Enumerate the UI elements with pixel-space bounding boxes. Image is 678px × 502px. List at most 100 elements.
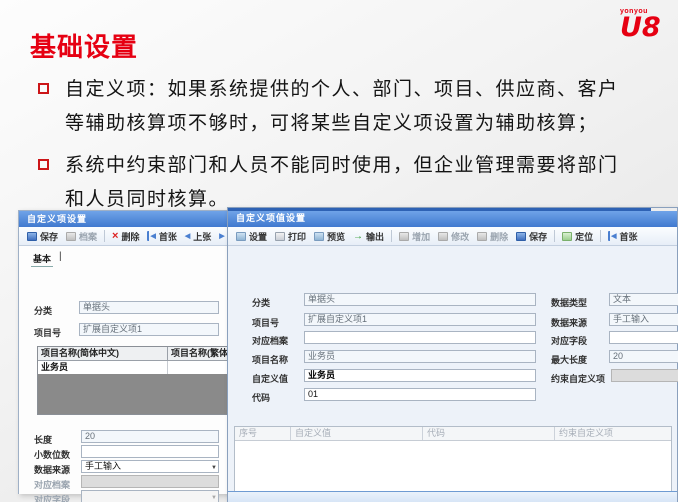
custom-item-value-settings-window: 自定义项值设置 设置 打印 预览 输出 增加 — [227, 207, 678, 502]
next-record-icon — [219, 231, 224, 241]
save-icon — [27, 232, 37, 241]
add-icon — [399, 232, 409, 241]
item-name-label: 项目名称 — [252, 353, 288, 366]
text-cursor: | — [59, 251, 62, 262]
previous-record-icon — [185, 231, 190, 241]
print-button[interactable]: 打印 — [275, 230, 306, 243]
item-no-field[interactable]: 扩展自定义项1 — [304, 313, 536, 326]
first-record-button[interactable]: 首张 — [147, 230, 176, 243]
bullet-item: 系统中约束部门和人员不能同时使用，但企业管理需要将部门和人员同时核算。 — [38, 148, 630, 216]
window-titlebar[interactable]: 自定义项值设置 — [228, 208, 677, 227]
preview-button[interactable]: 预览 — [314, 230, 345, 243]
category-label: 分类 — [252, 296, 270, 309]
previous-record-button[interactable]: 上张 — [185, 230, 211, 243]
chevron-down-icon: ▼ — [211, 463, 217, 473]
bullet-list: 自定义项：如果系统提供的个人、部门、项目、供应商、客户等辅助核算项不够时，可将某… — [38, 72, 630, 224]
data-source-dropdown[interactable]: 手工输入▼ — [81, 460, 219, 473]
toolbar-separator — [600, 230, 601, 242]
slide: 基础设置 yonyou U8 自定义项：如果系统提供的个人、部门、项目、供应商、… — [0, 0, 678, 502]
decimals-field[interactable] — [81, 445, 219, 458]
max-length-label: 最大长度 — [551, 353, 587, 366]
toolbar-separator — [554, 230, 555, 242]
delete-button: 删除 — [477, 230, 508, 243]
window-title: 自定义项值设置 — [236, 213, 306, 223]
right-window-body: 分类 单据头 项目号 扩展自定义项1 对应档案 项目名称 业务员 自定义值 业务… — [228, 246, 677, 502]
code-field[interactable]: 01 — [304, 388, 536, 401]
locate-button[interactable]: 定位 — [562, 230, 593, 243]
add-button: 增加 — [399, 230, 430, 243]
first-record-button[interactable]: 首张 — [608, 230, 637, 243]
archive-map-field — [81, 475, 219, 488]
toolbar-separator — [391, 230, 392, 242]
category-label: 分类 — [34, 304, 52, 317]
save-icon — [516, 232, 526, 241]
first-record-icon — [147, 231, 155, 241]
window-title: 自定义项设置 — [27, 214, 87, 224]
column-header: 序号 — [235, 427, 291, 440]
settings-icon — [236, 232, 246, 241]
yonyou-u8-logo: yonyou U8 — [620, 8, 664, 41]
category-field[interactable]: 单据头 — [79, 301, 219, 314]
column-header: 项目名称(简体中文) — [38, 347, 168, 360]
archive-map-label: 对应档案 — [34, 478, 70, 491]
field-map-field[interactable] — [609, 331, 678, 344]
max-length-field[interactable]: 20 — [609, 350, 678, 363]
custom-value-label: 自定义值 — [252, 372, 288, 385]
pencil-icon — [438, 232, 448, 241]
item-no-label: 项目号 — [252, 316, 279, 329]
column-header: 代码 — [423, 427, 555, 440]
field-map-label: 对应字段 — [34, 493, 70, 502]
save-button[interactable]: 保存 — [516, 230, 547, 243]
toolbar-separator — [104, 230, 105, 242]
locate-icon — [562, 232, 572, 241]
modify-button: 修改 — [438, 230, 469, 243]
table-header-row: 序号 自定义值 代码 约束自定义项 — [235, 427, 671, 441]
column-header: 约束自定义项 — [555, 427, 671, 440]
table-cell[interactable]: 业务员 — [38, 361, 168, 374]
code-label: 代码 — [252, 391, 270, 404]
save-button[interactable]: 保存 — [27, 230, 58, 243]
right-toolbar: 设置 打印 预览 输出 增加 修改 — [228, 227, 677, 246]
constraint-field — [611, 369, 678, 382]
data-source-label: 数据来源 — [551, 316, 587, 329]
archive-map-field[interactable] — [304, 331, 536, 344]
data-source-label: 数据来源 — [34, 463, 70, 476]
length-field[interactable]: 20 — [81, 430, 219, 443]
status-bar — [228, 491, 677, 502]
bullet-text: 自定义项：如果系统提供的个人、部门、项目、供应商、客户等辅助核算项不够时，可将某… — [65, 72, 630, 140]
category-field[interactable]: 单据头 — [304, 293, 536, 306]
bullet-text: 系统中约束部门和人员不能同时使用，但企业管理需要将部门和人员同时核算。 — [65, 148, 630, 216]
export-button[interactable]: 输出 — [353, 230, 384, 243]
decimals-label: 小数位数 — [34, 448, 70, 461]
item-no-label: 项目号 — [34, 326, 61, 339]
printer-icon — [275, 232, 285, 241]
custom-value-field[interactable]: 业务员 — [304, 369, 536, 382]
bullet-square-icon — [38, 83, 49, 94]
data-type-label: 数据类型 — [551, 296, 587, 309]
first-record-icon — [608, 231, 616, 241]
length-label: 长度 — [34, 433, 52, 446]
delete-button[interactable]: 删除 — [112, 230, 139, 243]
logo-product-text: U8 — [620, 15, 664, 41]
archive-button: 档案 — [66, 230, 97, 243]
data-source-field[interactable]: 手工输入 — [609, 313, 678, 326]
archive-map-label: 对应档案 — [252, 334, 288, 347]
preview-icon — [314, 232, 324, 241]
titlebar-notch — [651, 208, 677, 211]
column-header: 自定义值 — [291, 427, 423, 440]
settings-button[interactable]: 设置 — [236, 230, 267, 243]
bullet-square-icon — [38, 159, 49, 170]
archive-icon — [66, 232, 76, 241]
delete-icon — [112, 232, 118, 241]
chevron-down-icon: ▼ — [211, 493, 217, 502]
tab-basic[interactable]: 基本 — [31, 252, 53, 267]
delete-icon — [477, 232, 487, 241]
page-title: 基础设置 — [30, 27, 138, 64]
bullet-item: 自定义项：如果系统提供的个人、部门、项目、供应商、客户等辅助核算项不够时，可将某… — [38, 72, 630, 140]
data-type-field[interactable]: 文本 — [609, 293, 678, 306]
item-name-field[interactable]: 业务员 — [304, 350, 536, 363]
field-map-label: 对应字段 — [551, 334, 587, 347]
constraint-label: 约束自定义项 — [551, 372, 605, 385]
item-no-field[interactable]: 扩展自定义项1 — [79, 323, 219, 336]
field-map-dropdown: ▼ — [81, 490, 219, 502]
